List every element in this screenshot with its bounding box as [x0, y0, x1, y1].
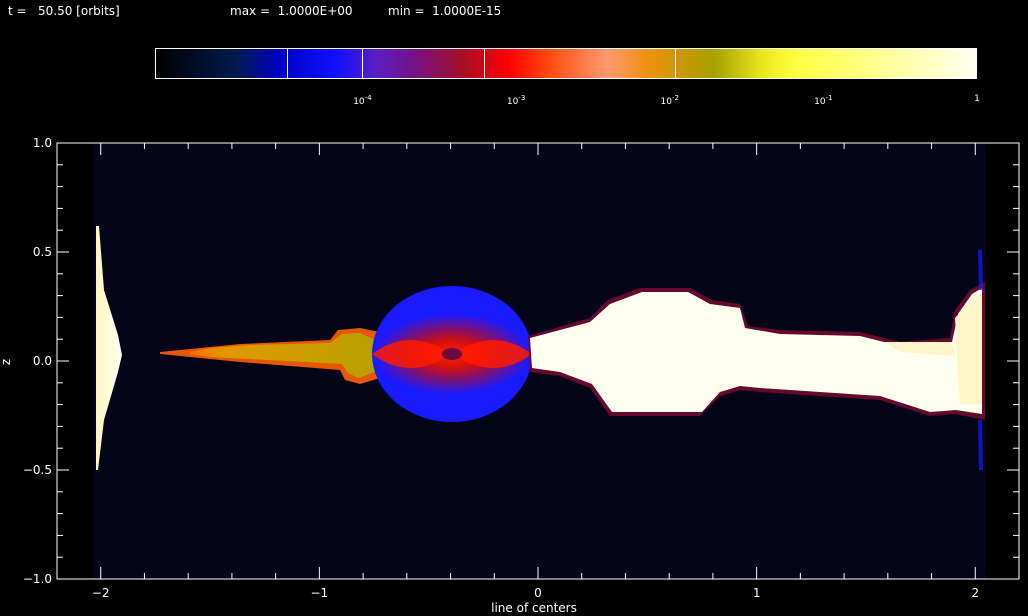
y-tick-label: −0.5	[23, 463, 52, 477]
x-tick-label: 2	[971, 586, 979, 600]
y-tick-label: −1.0	[23, 572, 52, 586]
x-tick-label: 1	[753, 586, 761, 600]
x-tick-label: −2	[92, 586, 110, 600]
y-tick-label: 0.5	[33, 245, 52, 259]
y-axis-title: z	[0, 359, 13, 365]
x-tick-label: 0	[534, 586, 542, 600]
y-tick-label: 1.0	[33, 136, 52, 150]
x-tick-labels: −2 −1 0 1 2	[92, 586, 979, 600]
y-tick-label: 0.0	[33, 354, 52, 368]
y-tick-labels: 1.0 0.5 0.0 −0.5 −1.0	[23, 136, 52, 586]
x-axis-title: line of centers	[491, 601, 577, 615]
x-tick-label: −1	[311, 586, 329, 600]
core-center	[442, 348, 462, 360]
heatmap-plot: 1.0 0.5 0.0 −0.5 −1.0 −2 −1 0 1 2 line of center…	[0, 136, 1020, 615]
